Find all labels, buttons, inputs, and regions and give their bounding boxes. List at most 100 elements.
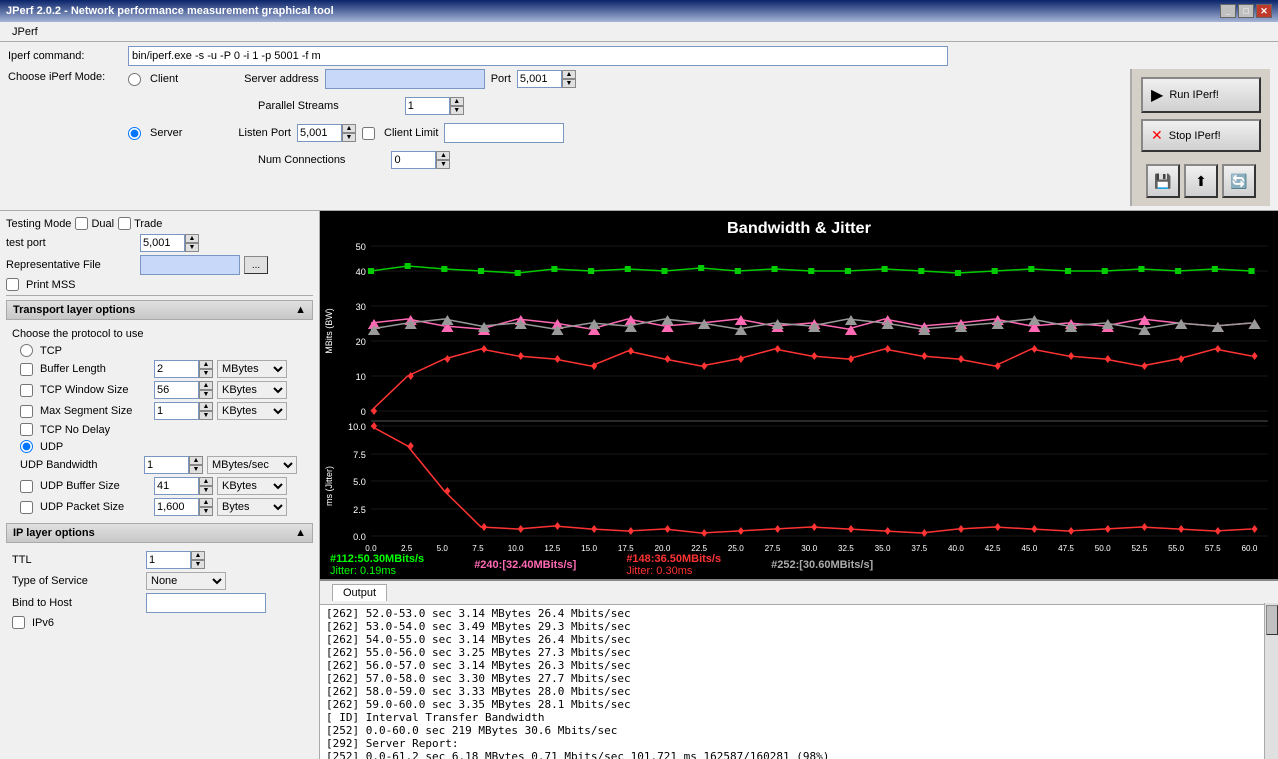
num-conn-up[interactable]: ▲ [436,151,450,160]
udp-buffer-input[interactable] [154,477,199,495]
ttl-up[interactable]: ▲ [191,551,205,560]
svg-text:0.0: 0.0 [353,532,366,542]
udp-packet-checkbox[interactable] [20,501,33,514]
menu-jperf[interactable]: JPerf [4,24,46,40]
svg-text:ms (Jitter): ms (Jitter) [324,466,334,506]
svg-text:20: 20 [356,337,366,347]
listen-port-down[interactable]: ▼ [342,133,356,142]
udp-radio[interactable] [20,440,33,453]
rep-file-input[interactable] [140,255,240,275]
listen-port-up[interactable]: ▲ [342,124,356,133]
stop-button[interactable]: ✕ Stop IPerf! [1141,119,1261,152]
tradeoff-checkbox[interactable] [118,217,131,230]
output-scrollbar[interactable] [1264,603,1278,759]
udp-bandwidth-unit[interactable]: MBytes/secKBytes/sec [207,456,297,474]
output-line: [252] 0.0-61.2 sec 6.18 MBytes 0.71 Mbit… [326,750,1272,759]
ipcmd-input[interactable] [128,46,948,66]
max-seg-up[interactable]: ▲ [199,402,213,411]
parallel-streams-input[interactable] [405,97,450,115]
port-down[interactable]: ▼ [562,79,576,88]
client-radio[interactable] [128,73,141,86]
svg-text:60.0: 60.0 [1242,544,1258,551]
max-seg-checkbox[interactable] [20,405,33,418]
ipcmd-label: Iperf command: [8,50,128,62]
udp-bandwidth-input[interactable] [144,456,189,474]
svg-text:20.0: 20.0 [655,544,671,551]
refresh-icon-button[interactable]: 🔄 [1222,164,1256,198]
port-input[interactable] [517,70,562,88]
output-line: [262] 57.0-58.0 sec 3.30 MBytes 27.7 Mbi… [326,672,1272,685]
tcp-window-checkbox[interactable] [20,384,33,397]
client-limit-checkbox[interactable] [362,127,375,140]
tcp-label: TCP [40,345,62,357]
ip-section-header[interactable]: IP layer options ▲ [6,523,313,543]
maximize-button[interactable]: □ [1238,4,1254,18]
svg-text:12.5: 12.5 [544,544,560,551]
test-port-input[interactable] [140,234,185,252]
stream1-id-bw: #112:50.30MBits/s [330,553,424,565]
tcp-nodelay-checkbox[interactable] [20,423,33,436]
buf-len-down[interactable]: ▼ [199,369,213,378]
max-seg-unit[interactable]: KBytesMBytes [217,402,287,420]
udp-pkt-up[interactable]: ▲ [199,498,213,507]
tcp-radio[interactable] [20,344,33,357]
print-mss-checkbox[interactable] [6,278,19,291]
stream1-jitter: Jitter: 0.19ms [330,565,424,577]
scrollbar-thumb[interactable] [1266,605,1278,635]
svg-text:27.5: 27.5 [765,544,781,551]
udp-pkt-down[interactable]: ▼ [199,507,213,516]
num-conn-down[interactable]: ▼ [436,160,450,169]
close-button[interactable]: ✕ [1256,4,1272,18]
output-tab[interactable]: Output [332,584,387,601]
udp-packet-unit[interactable]: BytesKBytes [217,498,287,516]
test-port-down[interactable]: ▼ [185,243,199,252]
buf-len-up[interactable]: ▲ [199,360,213,369]
parallel-down[interactable]: ▼ [450,106,464,115]
tos-select[interactable]: None [146,572,226,590]
transport-section-header[interactable]: Transport layer options ▲ [6,300,313,320]
testing-mode-label: Testing Mode [6,218,71,230]
max-seg-down[interactable]: ▼ [199,411,213,420]
rep-file-browse[interactable]: ... [244,256,268,274]
tcp-window-unit[interactable]: KBytesMBytes [217,381,287,399]
udp-bw-down[interactable]: ▼ [189,465,203,474]
output-line: [ ID] Interval Transfer Bandwidth [326,711,1272,724]
num-connections-input[interactable] [391,151,436,169]
stream4-bw: #252:[30.60MBits/s] [771,559,873,571]
tcp-win-down[interactable]: ▼ [199,390,213,399]
svg-text:5.0: 5.0 [353,477,366,487]
test-port-up[interactable]: ▲ [185,234,199,243]
transport-collapse-icon: ▲ [295,304,306,316]
udp-buffer-unit[interactable]: KBytesMBytes [217,477,287,495]
max-seg-input[interactable] [154,402,199,420]
ttl-input[interactable] [146,551,191,569]
run-button[interactable]: ▶ Run IPerf! [1141,77,1261,113]
upload-icon-button[interactable]: ⬆ [1184,164,1218,198]
udp-bw-up[interactable]: ▲ [189,456,203,465]
tcp-window-input[interactable] [154,381,199,399]
udp-buf-up[interactable]: ▲ [199,477,213,486]
server-radio[interactable] [128,127,141,140]
udp-packet-input[interactable] [154,498,199,516]
listen-port-input[interactable] [297,124,342,142]
udp-buffer-checkbox[interactable] [20,480,33,493]
ipv6-checkbox[interactable] [12,616,25,629]
svg-text:57.5: 57.5 [1205,544,1221,551]
tcp-win-up[interactable]: ▲ [199,381,213,390]
buffer-length-checkbox[interactable] [20,363,33,376]
dual-checkbox[interactable] [75,217,88,230]
server-address-input[interactable] [325,69,485,89]
save-icon-button[interactable]: 💾 [1146,164,1180,198]
protocol-label: Choose the protocol to use [12,328,307,340]
svg-text:10.0: 10.0 [348,422,366,432]
port-up[interactable]: ▲ [562,70,576,79]
minimize-button[interactable]: _ [1220,4,1236,18]
client-limit-input[interactable] [444,123,564,143]
bind-input[interactable] [146,593,266,613]
udp-buf-down[interactable]: ▼ [199,486,213,495]
buffer-length-input[interactable] [154,360,199,378]
ttl-down[interactable]: ▼ [191,560,205,569]
output-line: [262] 53.0-54.0 sec 3.49 MBytes 29.3 Mbi… [326,620,1272,633]
parallel-up[interactable]: ▲ [450,97,464,106]
buffer-length-unit[interactable]: MBytesKBytes [217,360,287,378]
